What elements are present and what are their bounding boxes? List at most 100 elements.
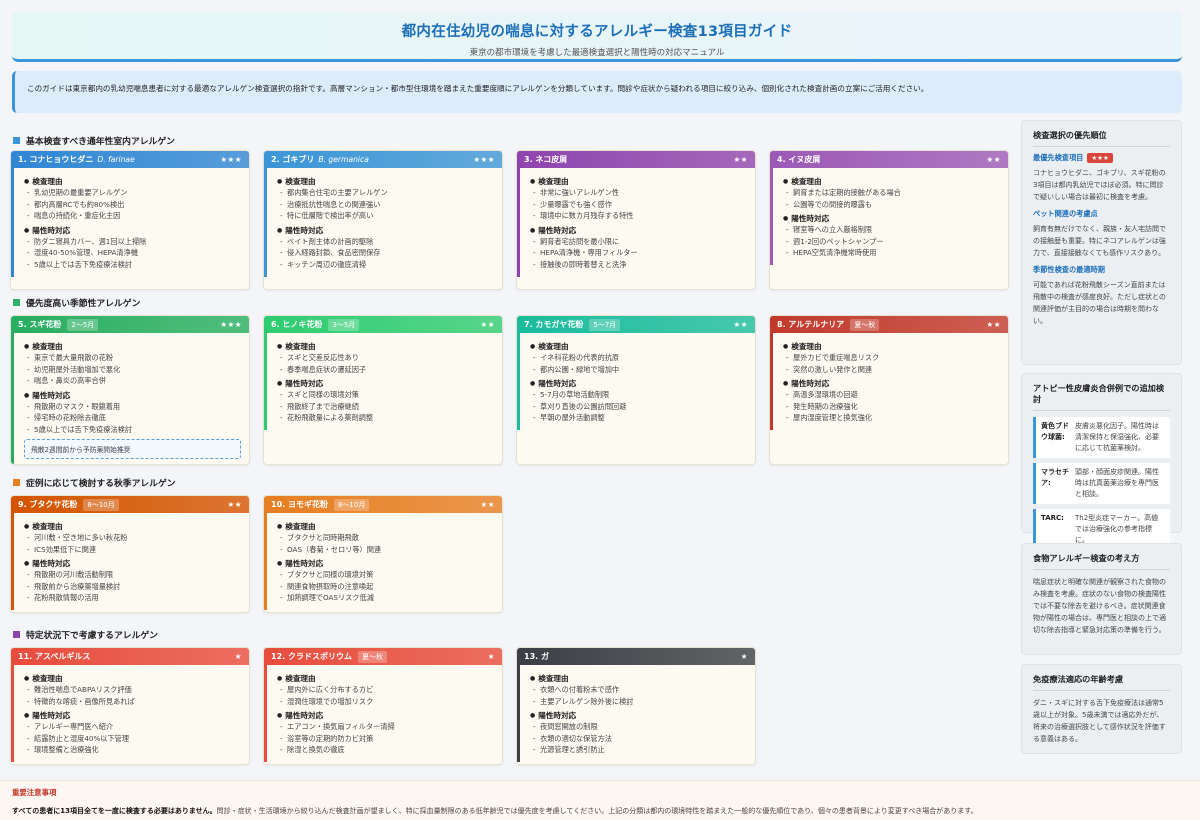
positive-item: 高温多湿環境の回避 (783, 389, 1000, 401)
reason-label: 検査理由 (783, 341, 1000, 352)
card-title: 13. ガ (524, 652, 549, 661)
card-title: 10. ヨモギ花粉 (271, 500, 328, 509)
footer-body: すべての患者に13項目全てを一度に検査する必要はありません。問診・症状・生活環境… (12, 807, 978, 815)
reason-item: OAS（春菊・セロリ等）関連 (277, 544, 494, 556)
positive-item: 加熱調理でOASリスク低減 (277, 592, 494, 604)
positive-label: 陽性時対応 (277, 225, 494, 236)
card-body: 検査理由都内集合住宅の主要アレルゲン治療抵抗性喘息との関連強い特に低層階で検出率… (264, 168, 502, 277)
reason-item: 春季喘息症状の遷延因子 (277, 364, 494, 376)
reason-item: 屋内外に広く分布するカビ (277, 684, 494, 696)
allergen-card: 12. クラドスポリウム夏〜秋 ★ 検査理由屋内外に広く分布するカビ湿潤住環境での… (263, 647, 503, 765)
card-stars: ★★ (733, 320, 748, 329)
allergen-card: 6. ヒノキ花粉 3〜5月 ★★ 検査理由スギと交差反応性あり春季喘息症状の遷延因子… (263, 315, 503, 465)
reason-item: 主要アレルゲン除外後に検討 (530, 696, 747, 708)
reason-item: 喘息の持続化・重症化主因 (24, 210, 241, 222)
positive-item: 浴室等の定期的防カビ対策 (277, 733, 494, 745)
positive-item: 飼育者宅訪問を最小限に (530, 236, 747, 248)
positive-label: 陽性時対応 (530, 378, 747, 389)
sidebar-priority: 検査選択の優先順位 最優先検査項目 ★★★ コナヒョウヒダニ、ゴキブリ、スギ花粉の… (1021, 120, 1182, 365)
positive-item: 5歳以上では舌下免疫療法検討 (24, 424, 241, 436)
positive-label: 陽性時対応 (783, 378, 1000, 389)
card-stars: ★★★ (220, 155, 242, 164)
positive-label: 陽性時対応 (24, 558, 241, 569)
positive-item: 飛散前から治療薬増量検討 (24, 581, 241, 593)
card-title: 12. クラドスポリウム (271, 652, 352, 661)
positive-item: 早朝の屋外活動調整 (530, 412, 747, 424)
positive-label: 陽性時対応 (277, 558, 494, 569)
reason-item: 環境中に数カ月残存する特性 (530, 210, 747, 222)
positive-label: 陽性時対応 (24, 225, 241, 236)
page-header: 都内在住幼児の喘息に対するアレルギー検査13項目ガイド 東京の都市環境を考慮した… (12, 12, 1182, 62)
card-stars: ★★ (986, 155, 1001, 164)
card-body: 検査理由乳幼児期の最重要アレルゲン都内高層RCでも約80%検出喘息の持続化・重症… (11, 168, 249, 277)
positive-item: 屋内湿度管理と換気強化 (783, 412, 1000, 424)
reason-item: 少量曝露でも強く感作 (530, 199, 747, 211)
card-scientific-name: D. farinae (97, 155, 135, 164)
positive-item: 帰宅時の花粉除去徹底 (24, 412, 241, 424)
positive-item: 夜間窓開放の制限 (530, 721, 747, 733)
reason-label: 検査理由 (530, 673, 747, 684)
card-header: 1. コナヒョウヒダニ D. farinae ★★★ (11, 151, 249, 168)
positive-item: 湿度40-50%管理、HEPA清浄機 (24, 247, 241, 259)
positive-item: 発生時期の治療強化 (783, 401, 1000, 413)
sidebar-food: 食物アレルギー検査の考え方 喘息症状と明確な関連が観察された食物のみ検査を考慮。… (1021, 543, 1182, 655)
card-season: 2〜5月 (67, 318, 99, 331)
footer: 重要注意事項 すべての患者に13項目全てを一度に検査する必要はありません。問診・… (0, 780, 1200, 820)
card-body: 検査理由スギと交差反応性あり春季喘息症状の遷延因子陽性時対応スギと同様の環境対策… (264, 333, 502, 430)
positive-item: 光源管理と誘引防止 (530, 744, 747, 756)
priority-title: 検査選択の優先順位 (1033, 130, 1170, 148)
positive-item: 週1-2回のペットシャンプー (783, 236, 1000, 248)
card-stars: ★ (740, 652, 748, 661)
card-title: 1. コナヒョウヒダニ (18, 155, 94, 164)
immuno-text: ダニ・スギに対する舌下免疫療法は通常5歳以上が対象。5歳未満では適応外だが、将来… (1033, 699, 1166, 744)
card-header: 6. ヒノキ花粉 3〜5月 ★★ (264, 316, 502, 333)
card-body: 検査理由飼育または定期的接触がある場合公園等での間接的曝露も陽性時対応寝室等への… (770, 168, 1008, 265)
positive-label: 陽性時対応 (24, 710, 241, 721)
reason-item: 河川敷・空き地に多い秋花粉 (24, 532, 241, 544)
reason-item: 幼児期屋外活動増加で悪化 (24, 364, 241, 376)
card-title: 4. イヌ皮屑 (777, 155, 821, 164)
reason-label: 検査理由 (24, 341, 241, 352)
card-body: 検査理由ブタクサと同時期飛散OAS（春菊・セロリ等）関連陽性時対応ブタクサと同様… (264, 513, 502, 610)
positive-item: 飛散期のマスク・眼鏡着用 (24, 401, 241, 413)
card-header: 4. イヌ皮屑 ★★ (770, 151, 1008, 168)
sidebar-immuno: 免疫療法適応の年齢考慮 ダニ・スギに対する舌下免疫療法は通常5歳以上が対象。5歳… (1021, 664, 1182, 754)
positive-item: エアコン・換気扇フィルター清掃 (277, 721, 494, 733)
card-title: 7. カモガヤ花粉 (524, 320, 584, 329)
allergen-card: 2. ゴキブリB. germanica ★★★ 検査理由都内集合住宅の主要アレルゲ… (263, 150, 503, 290)
food-title: 食物アレルギー検査の考え方 (1033, 553, 1170, 571)
priority-sub2: ペット関連の考慮点 (1033, 209, 1098, 219)
positive-item: スギと同様の環境対策 (277, 389, 494, 401)
card-stars: ★★ (480, 500, 495, 509)
positive-item: 草刈り直後の公園訪問回避 (530, 401, 747, 413)
card-title: 9. ブタクサ花粉 (18, 500, 78, 509)
priority-p1: コナヒョウヒダニ、ゴキブリ、スギ花粉の3項目は都内乳幼児でほぼ必須。特に問診で疑… (1033, 169, 1166, 202)
positive-label: 陽性時対応 (277, 378, 494, 389)
positive-item: HEPA空気清浄機常時使用 (783, 247, 1000, 259)
sidebar-atopic: アトピー性皮膚炎合併例での追加検討 黄色ブドウ球菌: 皮膚炎悪化因子。陽性時は清潔… (1021, 373, 1182, 551)
card-header: 8. アルテルナリア 夏〜秋 ★★ (770, 316, 1008, 333)
footer-title: 重要注意事項 (12, 788, 57, 797)
allergen-card: 8. アルテルナリア夏〜秋 ★★ 検査理由屋外カビで重症喘息リスク突然の激しい発作… (769, 315, 1009, 465)
reason-item: 都内公園・緑地で増加中 (530, 364, 747, 376)
reason-item: 都内高層RCでも約80%検出 (24, 199, 241, 211)
reason-item: ICS効果低下に関連 (24, 544, 241, 556)
card-stars: ★★ (227, 500, 242, 509)
card-body: 検査理由難治性喘息でABPAリスク評価特徴的な喀痰・画像所見あれば陽性時対応アレ… (11, 665, 249, 762)
reason-item: 特に低層階で検出率が高い (277, 210, 494, 222)
card-header: 9. ブタクサ花粉 8〜10月 ★★ (11, 496, 249, 513)
reason-label: 検査理由 (277, 176, 494, 187)
card-title: 2. ゴキブリ (271, 155, 315, 164)
positive-item: 防ダニ寝具カバー、週1回以上掃除 (24, 236, 241, 248)
card-title: 8. アルテルナリア (777, 320, 845, 329)
card-stars: ★ (487, 652, 495, 661)
card-stars: ★ (234, 652, 242, 661)
positive-item: 侵入経路封鎖、食品密閉保存 (277, 247, 494, 259)
card-season: 夏〜秋 (850, 318, 880, 331)
card-stars: ★★ (986, 320, 1001, 329)
positive-item: 関連食物摂取時の注意喚起 (277, 581, 494, 593)
card-title: 5. スギ花粉 (18, 320, 62, 329)
reason-label: 検査理由 (277, 673, 494, 684)
allergen-card: 1. コナヒョウヒダニD. farinae ★★★ 検査理由乳幼児期の最重要アレル… (10, 150, 250, 290)
reason-item: 屋外カビで重症喘息リスク (783, 352, 1000, 364)
